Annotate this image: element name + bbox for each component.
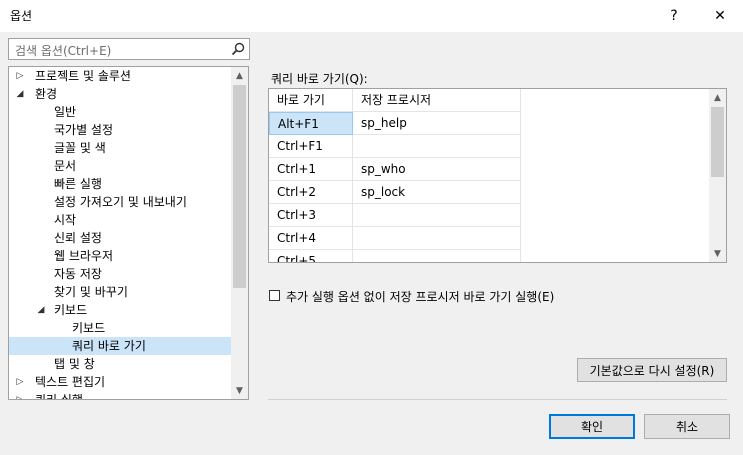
tree-item-general[interactable]: 일반 <box>9 103 231 121</box>
column-header-shortcut[interactable]: 바로 가기 <box>269 89 353 112</box>
collapse-icon[interactable]: ◢ <box>15 85 25 103</box>
tree-item-query-shortcuts[interactable]: 쿼리 바로 가기 <box>9 337 231 355</box>
scroll-down-icon[interactable]: ▼ <box>231 382 248 399</box>
tree-item-autosave[interactable]: 자동 저장 <box>9 265 231 283</box>
run-without-options-label: 추가 실행 옵션 없이 저장 프로시저 바로 가기 실행(E) <box>286 290 555 304</box>
tree-item-keyboard[interactable]: 키보드 <box>9 319 231 337</box>
expand-icon[interactable]: ▷ <box>15 391 25 399</box>
grid-cell-procedure[interactable] <box>353 204 521 227</box>
options-tree[interactable]: ▷ 프로젝트 및 솔루션 ◢ 환경 일반 국가별 설정 글꼴 및 색 문서 빠른… <box>8 66 249 400</box>
tree-item-environment[interactable]: ◢ 환경 <box>9 85 231 103</box>
tree-item-fonts-colors[interactable]: 글꼴 및 색 <box>9 139 231 157</box>
tree-item-startup[interactable]: 시작 <box>9 211 231 229</box>
tree-item-import-export[interactable]: 설정 가져오기 및 내보내기 <box>9 193 231 211</box>
grid-cell-procedure[interactable]: sp_who <box>353 158 521 181</box>
reset-button[interactable]: 기본값으로 다시 설정(R) <box>577 358 727 382</box>
tree-item-international[interactable]: 국가별 설정 <box>9 121 231 139</box>
column-header-stored-procedure[interactable]: 저장 프로시저 <box>353 89 521 112</box>
close-button[interactable]: ✕ <box>697 0 743 32</box>
grid-cell-shortcut[interactable]: Ctrl+3 <box>269 204 353 227</box>
scroll-up-icon[interactable]: ▲ <box>231 67 248 84</box>
grid-cell-shortcut[interactable]: Ctrl+5 <box>269 250 353 262</box>
tree-item-quick-launch[interactable]: 빠른 실행 <box>9 175 231 193</box>
search-input[interactable]: 검색 옵션(Ctrl+E) <box>8 38 250 60</box>
collapse-icon[interactable]: ◢ <box>36 301 46 319</box>
grid-cell-shortcut[interactable]: Ctrl+2 <box>269 181 353 204</box>
expand-icon[interactable]: ▷ <box>15 67 25 85</box>
grid-cell-procedure[interactable] <box>353 250 521 262</box>
tree-item-web-browser[interactable]: 웹 브라우저 <box>9 247 231 265</box>
grid-cell-procedure[interactable] <box>353 135 521 158</box>
scroll-down-icon[interactable]: ▼ <box>709 245 726 262</box>
scrollbar-thumb[interactable] <box>233 85 246 288</box>
title-bar: 옵션 ? ✕ <box>0 0 743 32</box>
tree-item-text-editor[interactable]: ▷ 텍스트 편집기 <box>9 373 231 391</box>
grid-cell-shortcut[interactable]: Ctrl+4 <box>269 227 353 250</box>
divider <box>268 399 727 400</box>
cancel-button[interactable]: 취소 <box>644 414 730 439</box>
search-placeholder: 검색 옵션(Ctrl+E) <box>15 44 112 58</box>
tree-item-tabs-windows[interactable]: 탭 및 창 <box>9 355 231 373</box>
tree-item-find-replace[interactable]: 찾기 및 바꾸기 <box>9 283 231 301</box>
tree-item-projects-solutions[interactable]: ▷ 프로젝트 및 솔루션 <box>9 67 231 85</box>
expand-icon[interactable]: ▷ <box>15 373 25 391</box>
grid-scrollbar[interactable]: ▲ ▼ <box>709 89 726 262</box>
grid-cell-shortcut[interactable]: Ctrl+1 <box>269 158 353 181</box>
query-shortcuts-grid[interactable]: 바로 가기 저장 프로시저 Alt+F1 sp_help Ctrl+F1 Ctr… <box>268 88 727 263</box>
tree-item-trust-settings[interactable]: 신뢰 설정 <box>9 229 231 247</box>
run-without-options-checkbox[interactable] <box>269 290 280 301</box>
search-icon[interactable] <box>231 42 245 56</box>
grid-cell-procedure[interactable]: sp_help <box>353 112 521 135</box>
tree-item-documents[interactable]: 문서 <box>9 157 231 175</box>
grid-cell-shortcut[interactable]: Ctrl+F1 <box>269 135 353 158</box>
scrollbar-thumb[interactable] <box>711 107 724 177</box>
tree-item-keyboard-group[interactable]: ◢ 키보드 <box>9 301 231 319</box>
grid-cell-shortcut[interactable]: Alt+F1 <box>269 112 353 135</box>
scroll-up-icon[interactable]: ▲ <box>709 89 726 106</box>
grid-cell-procedure[interactable]: sp_lock <box>353 181 521 204</box>
tree-item-query-execution[interactable]: ▷ 쿼리 실행 <box>9 391 231 399</box>
tree-scrollbar[interactable]: ▲ ▼ <box>231 67 248 399</box>
grid-cell-procedure[interactable] <box>353 227 521 250</box>
help-button[interactable]: ? <box>651 0 697 32</box>
query-shortcuts-label: 쿼리 바로 가기(Q): <box>271 72 368 86</box>
ok-button[interactable]: 확인 <box>549 414 635 439</box>
window-title: 옵션 <box>10 9 33 23</box>
